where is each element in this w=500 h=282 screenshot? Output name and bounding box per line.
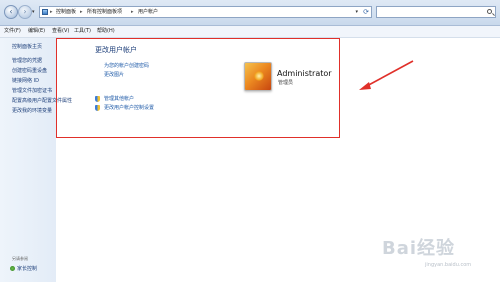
annotation-arrow-icon (359, 60, 414, 90)
breadcrumb-control-panel[interactable]: 控制面板 (56, 9, 76, 16)
breadcrumb-separator-icon: ▸ (80, 9, 83, 15)
control-panel-icon (42, 9, 48, 15)
watermark-url: jingyan.baidu.com (425, 262, 472, 268)
back-button[interactable]: ‹ (4, 5, 18, 19)
breadcrumb-user-accounts[interactable]: 用户帐户 (138, 9, 158, 16)
menu-file[interactable]: 文件(F) (4, 28, 21, 35)
menu-edit[interactable]: 编辑(E) (28, 28, 45, 35)
see-also-heading: 另请参阅 (12, 256, 28, 261)
baidu-watermark-logo: Bai经验 (382, 238, 456, 259)
annotation-highlight-box (56, 38, 340, 138)
menu-help[interactable]: 帮助(H) (97, 28, 115, 35)
sidebar-item-encryption-certificates[interactable]: 管理文件加密证书 (12, 88, 52, 94)
search-icon[interactable] (487, 9, 492, 14)
sidebar-item-password-reset-disk[interactable]: 创建密码重设盘 (12, 68, 47, 74)
parental-controls-icon (10, 266, 15, 271)
breadcrumb-separator-icon: ▸ (50, 9, 53, 15)
path-dropdown-icon[interactable]: ▾ (355, 9, 358, 15)
menu-tools[interactable]: 工具(T) (74, 28, 91, 35)
recent-pages-dropdown-icon[interactable]: ▾ (32, 9, 35, 15)
search-input[interactable] (376, 6, 496, 18)
menu-bar: 文件(F) 编辑(E) 查看(V) 工具(T) 帮助(H) (0, 26, 500, 38)
sidebar-item-link-online-id[interactable]: 链接网络 ID (12, 78, 39, 84)
sidebar: 控制面板主页 管理您的凭据 创建密码重设盘 链接网络 ID 管理文件加密证书 配… (0, 38, 72, 282)
parental-controls-link[interactable]: 家长控制 (17, 265, 37, 272)
sidebar-item-environment-variables[interactable]: 更改我的环境变量 (12, 108, 52, 114)
menu-view[interactable]: 查看(V) (52, 28, 69, 35)
forward-button[interactable]: › (18, 5, 32, 19)
address-path-box[interactable]: ▸ 控制面板 ▸ 所有控制面板项 ▸ 用户帐户 ▾ ⟳ (39, 6, 372, 18)
breadcrumb-all-items[interactable]: 所有控制面板项 (87, 9, 122, 16)
sidebar-home-link[interactable]: 控制面板主页 (12, 44, 42, 50)
refresh-icon[interactable]: ⟳ (363, 8, 369, 17)
breadcrumb-separator-icon: ▸ (131, 9, 134, 15)
address-toolbar: ‹ › ▾ ▸ 控制面板 ▸ 所有控制面板项 ▸ 用户帐户 ▾ ⟳ (0, 0, 500, 26)
sidebar-item-manage-credentials[interactable]: 管理您的凭据 (12, 58, 42, 64)
